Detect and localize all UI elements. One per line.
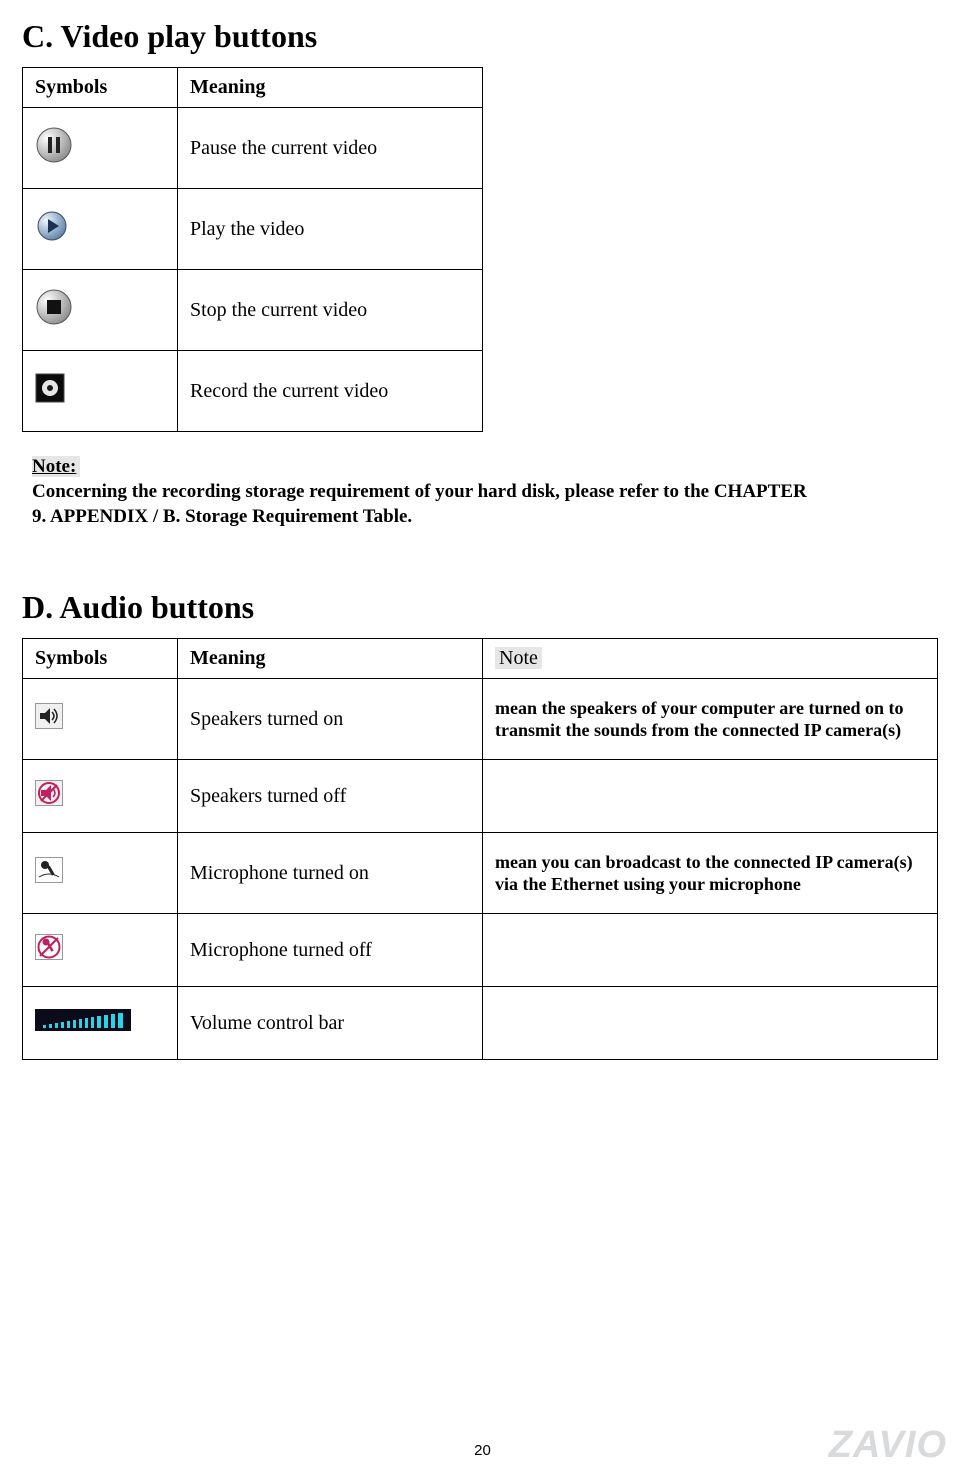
meaning-text: Speakers turned off — [178, 760, 483, 833]
th-symbols: Symbols — [23, 639, 178, 679]
meaning-text: Play the video — [178, 189, 483, 270]
play-icon — [35, 209, 69, 249]
meaning-text: Microphone turned off — [178, 914, 483, 987]
speaker-off-icon — [35, 780, 63, 812]
meaning-text: Stop the current video — [178, 270, 483, 351]
note-text: Concerning the recording storage require… — [32, 480, 812, 529]
volume-bar-icon — [35, 1009, 131, 1037]
record-icon — [35, 373, 65, 409]
note-block: Note: Concerning the recording storage r… — [32, 456, 943, 529]
speaker-on-icon — [35, 703, 63, 735]
video-buttons-table: Symbols Meaning — [22, 67, 483, 432]
table-row: Speakers turned on mean the speakers of … — [23, 679, 938, 760]
th-meaning: Meaning — [178, 68, 483, 108]
brand-logo: ZAVIO — [829, 1424, 947, 1467]
meaning-text: Pause the current video — [178, 108, 483, 189]
meaning-text: Speakers turned on — [178, 679, 483, 760]
th-symbols: Symbols — [23, 68, 178, 108]
page-number: 20 — [0, 1442, 965, 1459]
th-note: Note — [483, 639, 938, 679]
section-c-title: C. Video play buttons — [22, 18, 943, 55]
audio-buttons-table: Symbols Meaning Note Speakers turned on … — [22, 638, 938, 1060]
th-meaning: Meaning — [178, 639, 483, 679]
section-d-title: D. Audio buttons — [22, 589, 943, 626]
table-row: Play the video — [23, 189, 483, 270]
note-desc: mean you can broadcast to the connected … — [495, 851, 925, 896]
pause-icon — [35, 126, 73, 170]
meaning-text: Volume control bar — [178, 987, 483, 1060]
table-row: Speakers turned off — [23, 760, 938, 833]
meaning-text: Microphone turned on — [178, 833, 483, 914]
table-row: Stop the current video — [23, 270, 483, 351]
microphone-off-icon — [35, 934, 63, 966]
meaning-text: Record the current video — [178, 351, 483, 432]
table-row: Pause the current video — [23, 108, 483, 189]
table-row: Microphone turned off — [23, 914, 938, 987]
table-row: Volume control bar — [23, 987, 938, 1060]
stop-icon — [35, 288, 73, 332]
microphone-on-icon — [35, 857, 63, 889]
table-row: Record the current video — [23, 351, 483, 432]
note-desc: mean the speakers of your computer are t… — [495, 697, 925, 742]
table-row: Microphone turned on mean you can broadc… — [23, 833, 938, 914]
note-label: Note: — [32, 456, 80, 477]
